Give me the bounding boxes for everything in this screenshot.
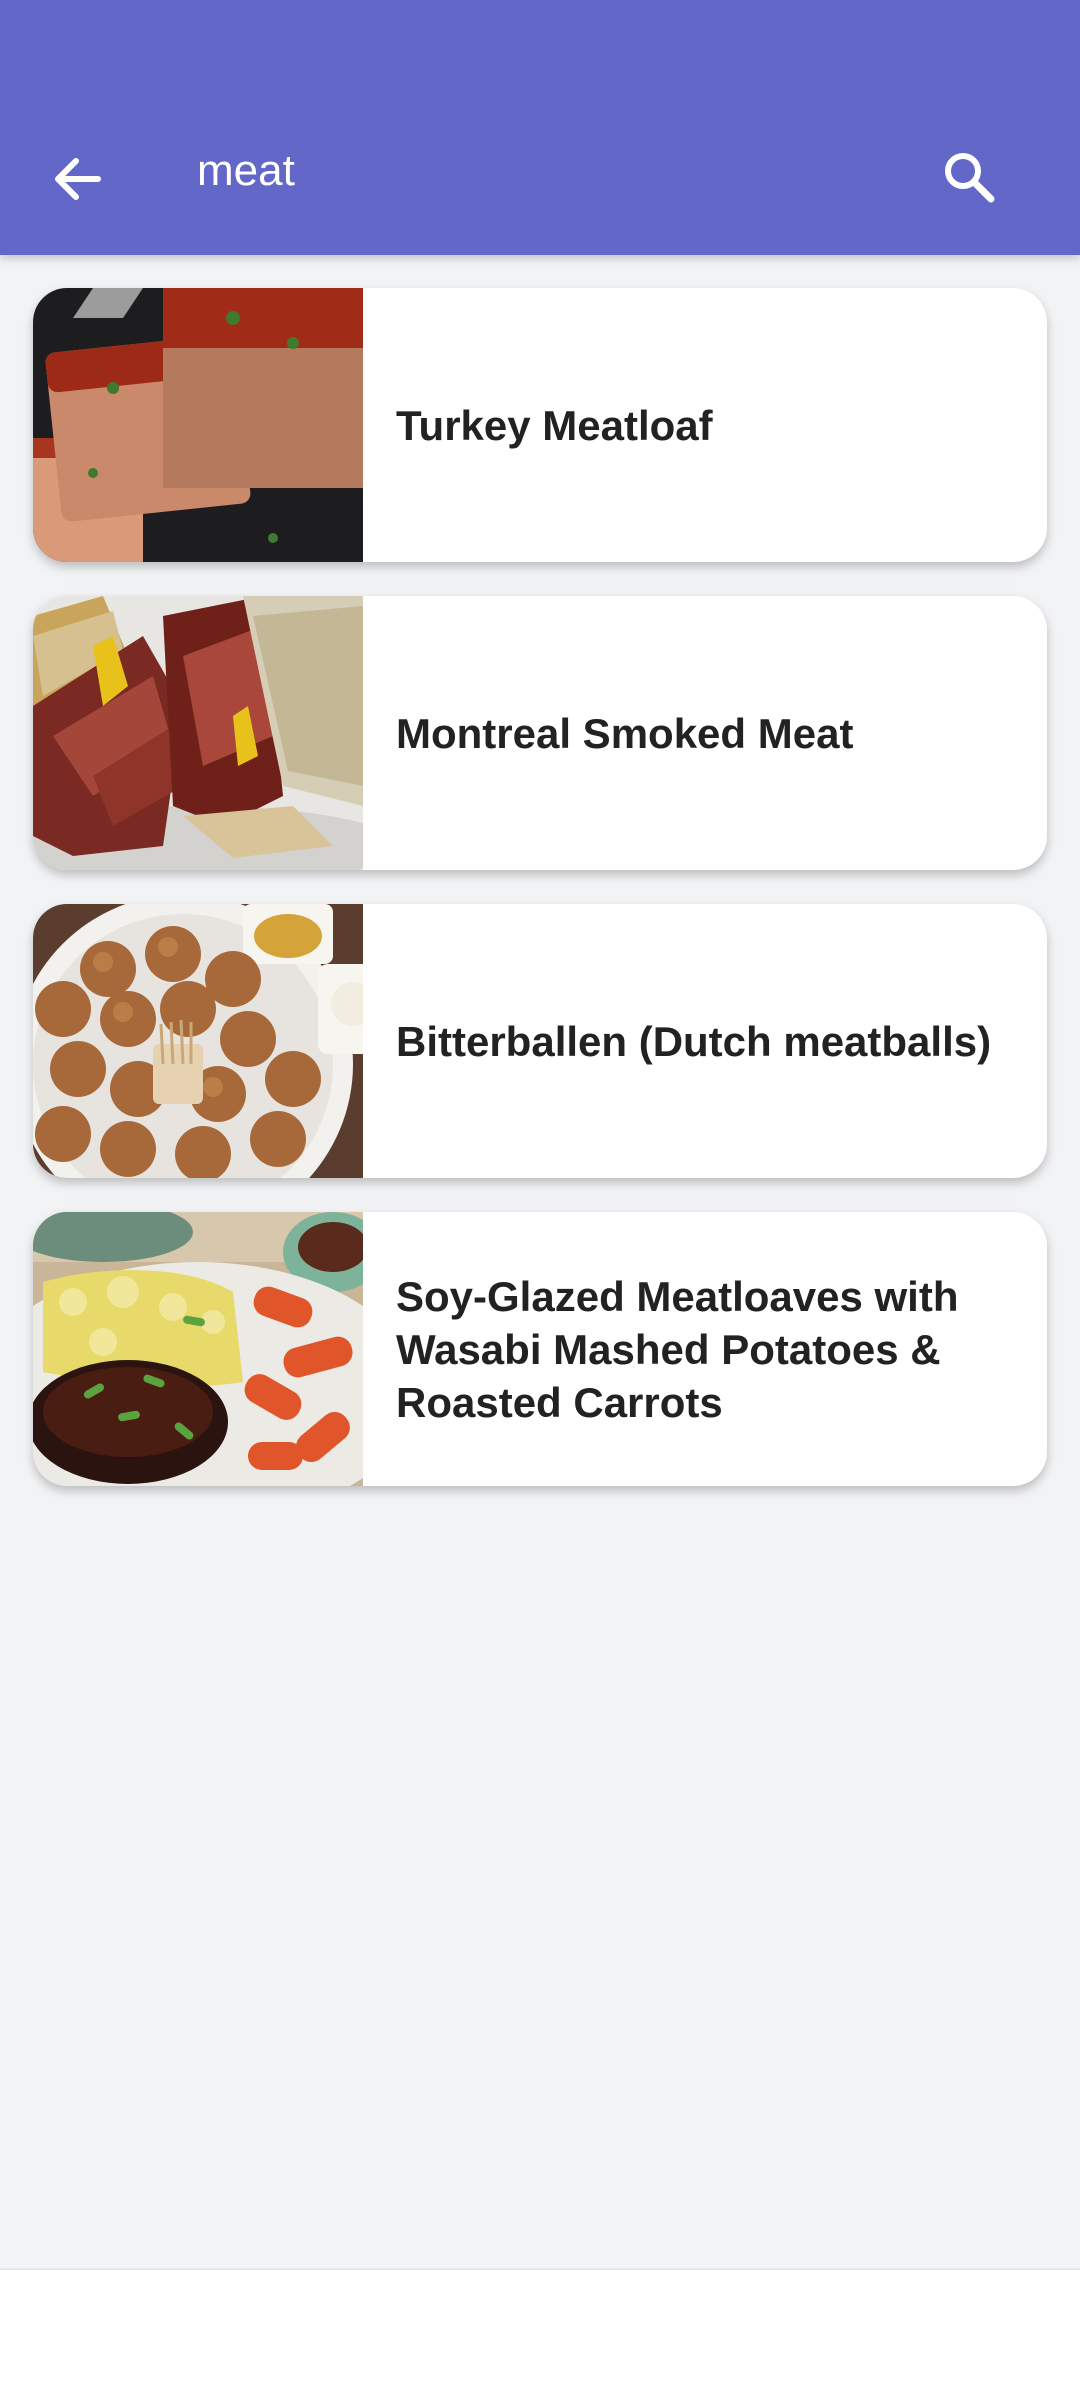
recipe-title: Soy-Glazed Meatloaves with Wasabi Mashed… — [396, 1272, 959, 1426]
back-button[interactable] — [40, 138, 114, 220]
recipe-title: Bitterballen (Dutch meatballs) — [396, 1017, 992, 1065]
turkey-meatloaf-photo — [33, 288, 363, 562]
smoked-meat-sandwich-photo — [33, 596, 363, 870]
recipe-card[interactable]: Turkey Meatloaf — [33, 288, 1047, 562]
recipe-card[interactable]: Bitterballen (Dutch meatballs) — [33, 904, 1047, 1178]
results-list: Turkey Meatloaf Montreal Smoked Meat Bit… — [33, 288, 1047, 1520]
recipe-title: Montreal Smoked Meat — [396, 709, 854, 757]
search-button[interactable] — [928, 136, 1010, 218]
bitterballen-photo — [33, 904, 363, 1178]
arrow-left-icon — [55, 158, 101, 200]
meatloaf-mash-carrots-photo — [33, 1212, 363, 1486]
recipe-card[interactable]: Soy-Glazed Meatloaves with Wasabi Mashed… — [33, 1212, 1047, 1486]
search-query[interactable]: meat — [197, 138, 295, 204]
recipe-card[interactable]: Montreal Smoked Meat — [33, 596, 1047, 870]
bottom-bar — [0, 2268, 1080, 2402]
app-bar: meat — [0, 0, 1080, 255]
recipe-title: Turkey Meatloaf — [396, 401, 713, 449]
search-icon — [945, 153, 995, 203]
